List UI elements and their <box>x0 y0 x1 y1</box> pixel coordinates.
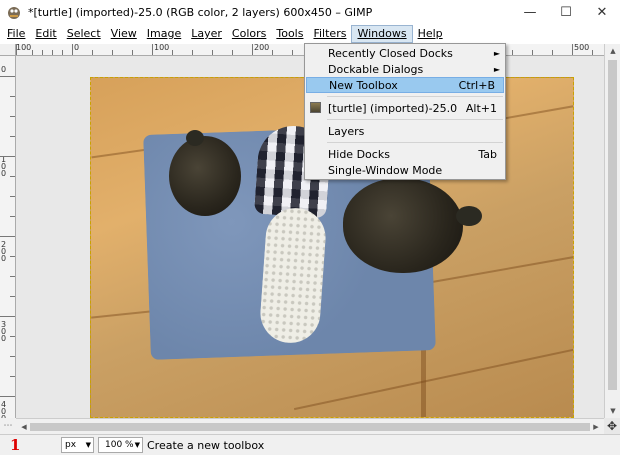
ruler-label: 100 <box>16 44 32 52</box>
vertical-scroll-thumb[interactable] <box>608 60 617 390</box>
menu-view[interactable]: View <box>106 25 142 43</box>
ruler-label: 400 <box>1 400 7 419</box>
shortcut-label: Tab <box>478 147 497 161</box>
menu-item-label: Hide Docks <box>328 147 390 161</box>
vertical-scrollbar[interactable]: ▲ ▼ <box>604 44 620 418</box>
gimp-app-icon <box>6 4 22 20</box>
menu-separator <box>327 142 503 143</box>
close-button[interactable]: ✕ <box>584 0 620 24</box>
scroll-down-button[interactable]: ▼ <box>605 404 620 418</box>
menu-item-turtle-image[interactable]: [turtle] (imported)-25.0 Alt+1 <box>305 100 505 116</box>
window-title: *[turtle] (imported)-25.0 (RGB color, 2 … <box>28 5 373 19</box>
turtle-left <box>169 136 241 216</box>
horizontal-scrollbar[interactable]: ◀ ▶ <box>16 418 604 434</box>
horizontal-scroll-thumb[interactable] <box>30 423 590 431</box>
ruler-label: 100 <box>1 155 7 178</box>
menu-windows[interactable]: Windows <box>351 25 413 43</box>
menu-item-label: Layers <box>328 124 365 138</box>
minimize-button[interactable]: — <box>512 0 548 24</box>
submenu-arrow-icon: ► <box>493 48 500 58</box>
menu-item-label: Single-Window Mode <box>328 163 443 177</box>
windows-menu-dropdown: Recently Closed Docks ► Dockable Dialogs… <box>304 43 506 180</box>
menu-item-new-toolbox[interactable]: New Toolbox Ctrl+B <box>306 77 504 93</box>
unit-value: px <box>65 440 77 450</box>
chevron-down-icon: ▼ <box>85 441 91 449</box>
ruler-label: 500 <box>574 44 590 52</box>
menu-help[interactable]: Help <box>413 25 448 43</box>
shortcut-label: Ctrl+B <box>458 78 495 92</box>
status-bar: 1 px ▼ 100 % ▼ Create a new toolbox <box>0 434 620 455</box>
menu-item-hide-docks[interactable]: Hide Docks Tab <box>305 146 505 162</box>
menu-item-dockable-dialogs[interactable]: Dockable Dialogs ► <box>305 61 505 77</box>
submenu-arrow-icon: ► <box>493 64 500 74</box>
menu-item-label: New Toolbox <box>329 78 398 92</box>
scroll-right-button[interactable]: ▶ <box>588 420 604 434</box>
menu-edit[interactable]: Edit <box>30 25 61 43</box>
step-indicator: 1 <box>10 436 21 454</box>
ruler-label: 300 <box>1 320 7 343</box>
slipper-sole <box>258 206 328 345</box>
menu-tools[interactable]: Tools <box>271 25 308 43</box>
menu-item-label: Recently Closed Docks <box>328 46 453 60</box>
menu-item-label: [turtle] (imported)-25.0 <box>328 101 458 115</box>
chevron-down-icon: ▼ <box>134 441 140 449</box>
ruler-label: 100 <box>154 44 170 52</box>
status-message: Create a new toolbox <box>147 438 265 452</box>
shortcut-label: Alt+1 <box>465 101 497 115</box>
menu-separator <box>327 119 503 120</box>
ruler-label: 0 <box>1 65 7 74</box>
zoom-select[interactable]: 100 % ▼ <box>98 437 143 453</box>
menu-item-recently-closed-docks[interactable]: Recently Closed Docks ► <box>305 45 505 61</box>
maximize-button[interactable]: ☐ <box>548 0 584 24</box>
quick-mask-toggle-icon[interactable]: ⋯ <box>0 418 16 434</box>
vertical-ruler[interactable]: 0 100 200 300 400 <box>0 56 16 418</box>
menu-file[interactable]: File <box>2 25 30 43</box>
menu-item-layers[interactable]: Layers <box>305 123 505 139</box>
navigate-move-icon[interactable]: ✥ <box>604 418 620 434</box>
menu-image[interactable]: Image <box>142 25 186 43</box>
image-thumbnail-icon <box>310 102 321 113</box>
menu-bar: File Edit Select View Image Layer Colors… <box>0 24 620 44</box>
ruler-corner-button[interactable] <box>0 44 16 56</box>
menu-separator <box>327 96 503 97</box>
title-bar: *[turtle] (imported)-25.0 (RGB color, 2 … <box>0 0 620 24</box>
ruler-label: 0 <box>74 44 80 52</box>
menu-filters[interactable]: Filters <box>308 25 351 43</box>
menu-layer[interactable]: Layer <box>186 25 227 43</box>
menu-select[interactable]: Select <box>62 25 106 43</box>
menu-item-single-window-mode[interactable]: Single-Window Mode <box>305 162 505 178</box>
unit-select[interactable]: px ▼ <box>61 437 94 453</box>
menu-colors[interactable]: Colors <box>227 25 271 43</box>
ruler-label: 200 <box>254 44 270 52</box>
turtle-right <box>343 178 463 273</box>
scroll-up-button[interactable]: ▲ <box>605 44 620 58</box>
menu-item-label: Dockable Dialogs <box>328 62 424 76</box>
zoom-value: 100 % <box>105 440 134 450</box>
ruler-label: 200 <box>1 240 7 263</box>
